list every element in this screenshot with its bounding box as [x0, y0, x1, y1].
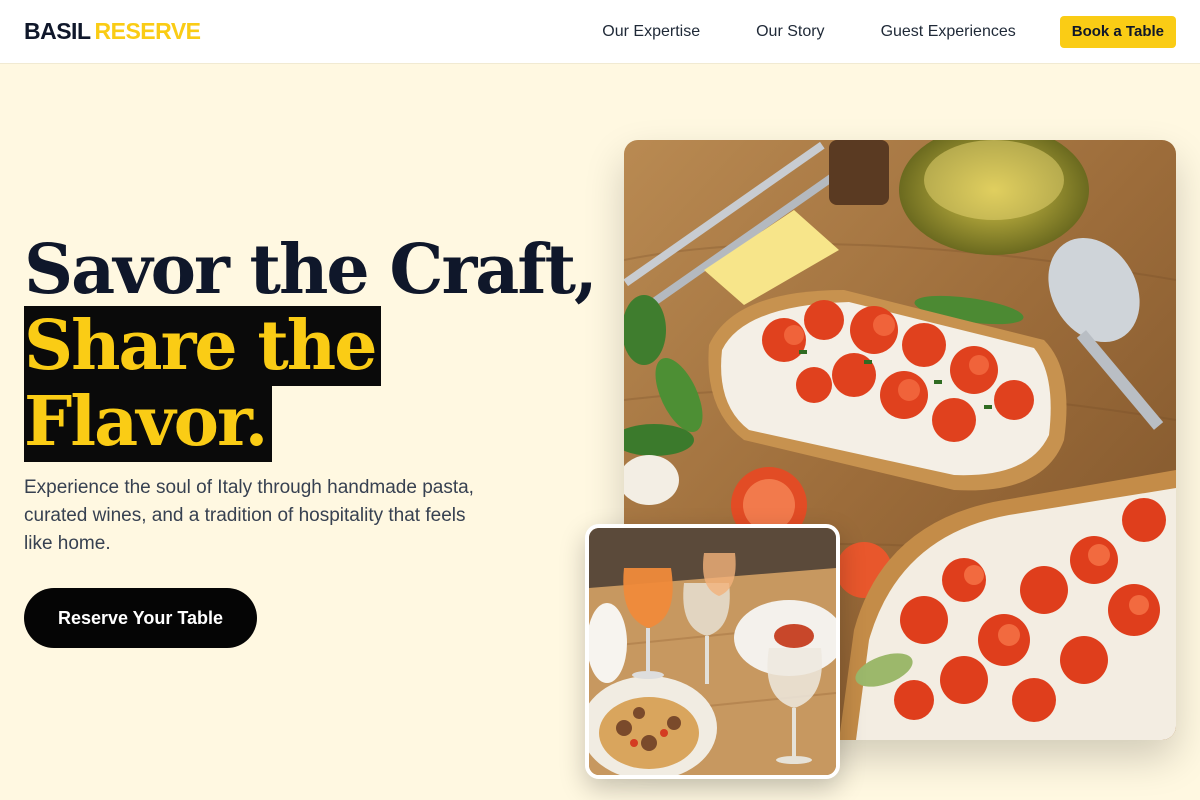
nav-guest-experiences[interactable]: Guest Experiences — [881, 23, 1016, 41]
hero-headline: Savor the Craft, Share the Flavor. — [24, 230, 598, 462]
logo[interactable]: BASIL RESERVE — [24, 18, 201, 45]
nav-our-story[interactable]: Our Story — [756, 23, 824, 41]
nav-our-expertise[interactable]: Our Expertise — [602, 23, 700, 41]
book-table-button[interactable]: Book a Table — [1059, 15, 1176, 48]
site-header: BASIL RESERVE Our Expertise Our Story Gu… — [0, 0, 1200, 64]
headline-highlight: Share the Flavor. — [24, 306, 382, 462]
headline-line1: Savor the Craft, — [24, 230, 598, 310]
pasta-wine-image — [585, 524, 840, 779]
logo-basil: BASIL — [24, 18, 91, 44]
logo-reserve: RESERVE — [94, 18, 202, 44]
main-nav: Our Expertise Our Story Guest Experience… — [602, 15, 1176, 48]
reserve-table-button[interactable]: Reserve Your Table — [24, 588, 257, 648]
hero-description: Experience the soul of Italy through han… — [24, 477, 474, 554]
